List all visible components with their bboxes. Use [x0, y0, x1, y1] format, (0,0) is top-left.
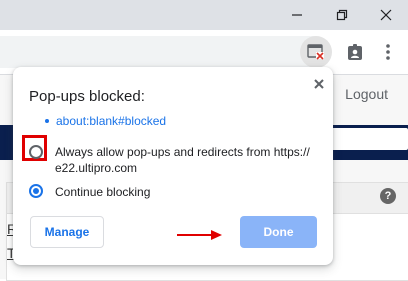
always-allow-label-line1: Always allow pop-ups and redirects from … [55, 145, 310, 159]
dialog-title: Pop-ups blocked: [29, 88, 145, 105]
close-icon [380, 9, 391, 21]
profile-badge-icon [348, 44, 362, 60]
always-allow-radio[interactable] [29, 145, 43, 159]
restore-icon [336, 9, 347, 21]
help-icon[interactable]: ? [380, 188, 396, 204]
bullet-icon [45, 119, 49, 123]
minimize-button[interactable] [274, 0, 319, 30]
more-vert-icon [386, 44, 390, 60]
browser-titlebar [0, 0, 408, 30]
manage-button[interactable]: Manage [30, 216, 104, 248]
done-button[interactable]: Done [240, 216, 317, 248]
browser-menu-button[interactable] [372, 36, 404, 68]
always-allow-label-line2: e22.ultipro.com [55, 161, 138, 175]
blocked-popup-link[interactable]: about:blank#blocked [45, 114, 166, 128]
popups-blocked-dialog: Pop-ups blocked: about:blank#blocked Alw… [13, 67, 333, 265]
address-bar[interactable] [0, 36, 328, 68]
close-icon [314, 79, 324, 89]
radio-option-always-allow[interactable]: Always allow pop-ups and redirects from … [29, 144, 310, 176]
close-window-button[interactable] [363, 0, 408, 30]
profile-badge-button[interactable] [339, 36, 371, 68]
minimize-icon [291, 14, 302, 16]
site-search-input[interactable] [320, 128, 408, 150]
always-allow-label[interactable]: Always allow pop-ups and redirects from … [55, 144, 310, 176]
continue-blocking-label[interactable]: Continue blocking [55, 184, 150, 200]
logout-link[interactable]: Logout [345, 86, 388, 102]
annotation-arrow-icon [177, 230, 222, 240]
blocked-popup-link-text[interactable]: about:blank#blocked [56, 114, 166, 128]
popup-blocked-button[interactable] [300, 36, 332, 68]
restore-button[interactable] [319, 0, 364, 30]
radio-option-continue-blocking[interactable]: Continue blocking [29, 184, 150, 200]
continue-blocking-radio[interactable] [29, 184, 43, 198]
dialog-close-button[interactable] [310, 75, 328, 93]
popup-blocked-icon [307, 44, 324, 60]
